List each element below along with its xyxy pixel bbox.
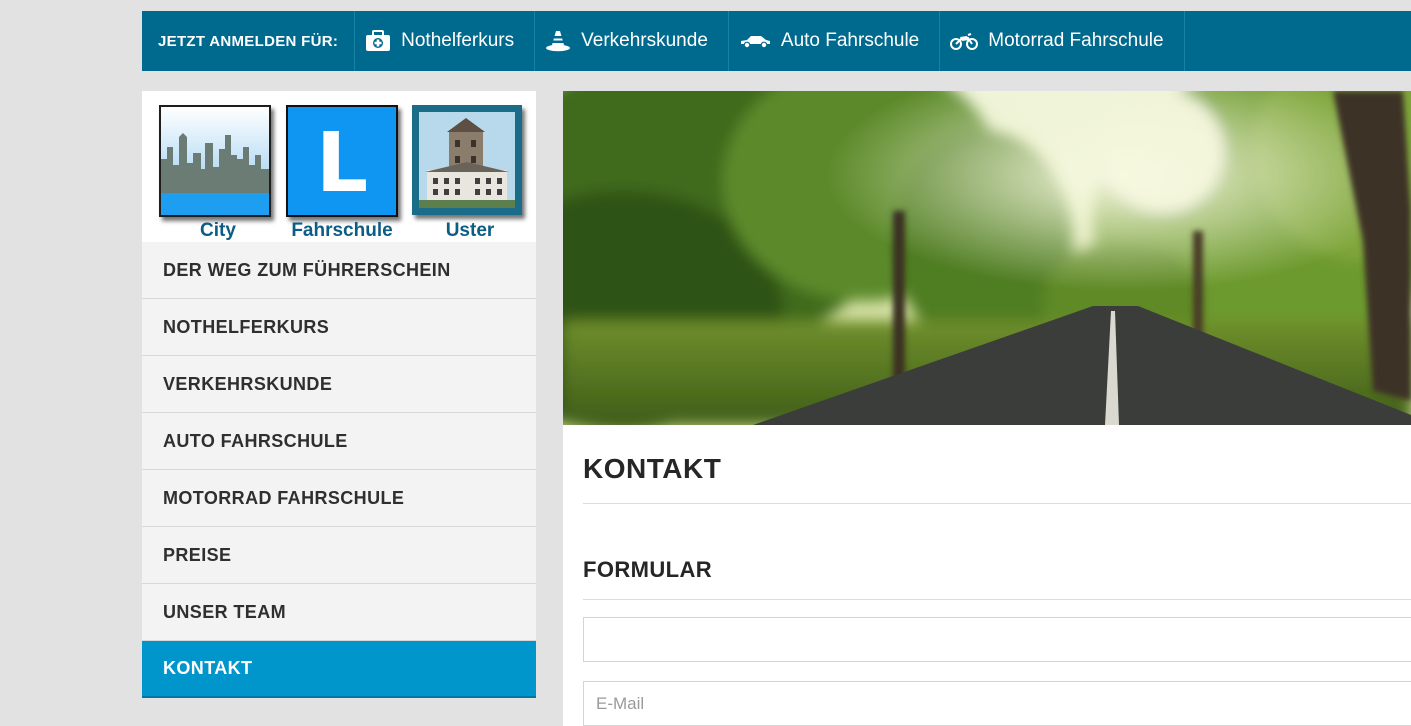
content-area: KONTAKT FORMULAR [583,425,1411,726]
topbar-link-verkehrskunde[interactable]: Verkehrskunde [535,11,729,71]
topbar-link-label: Motorrad Fahrschule [988,30,1164,51]
topbar-link-motorrad-fahrschule[interactable]: Motorrad Fahrschule [940,11,1185,71]
sidebar-item-motorrad-fahrschule[interactable]: MOTORRAD FAHRSCHULE [142,470,536,527]
topbar-link-label: Nothelferkurs [401,30,515,51]
topbar-link-nothelferkurs[interactable]: Nothelferkurs [355,11,536,71]
hero-road-image [563,91,1411,425]
topbar-link-label: Verkehrskunde [581,30,708,51]
name-field[interactable] [583,617,1411,662]
sidebar-item-nothelferkurs[interactable]: NOTHELFERKURS [142,299,536,356]
sidebar: L City Fahrschule Uster DER WEG ZUM FÜHR… [142,91,536,698]
uster-castle-logo-tile [412,105,522,215]
learner-plate-logo-tile: L [286,105,398,217]
first-aid-kit-icon [365,30,391,52]
logo[interactable]: L City Fahrschule Uster [142,91,536,242]
logo-uster-label: Uster [445,220,495,241]
car-icon [739,33,771,49]
sidebar-item-kontakt[interactable]: KONTAKT [142,641,536,698]
page-title: KONTAKT [583,425,1411,504]
topbar-link-label: Auto Fahrschule [780,30,920,51]
logo-city-label: City [200,220,236,241]
section-title: FORMULAR [583,557,1411,600]
traffic-cone-icon [545,30,571,52]
registration-bar: JETZT ANMELDEN FÜR: Nothelferkurs Verkeh… [142,11,1411,71]
registration-lead: JETZT ANMELDEN FÜR: [142,11,356,71]
sidebar-item-weg-zum-fuehrerschein[interactable]: DER WEG ZUM FÜHRERSCHEIN [142,242,536,299]
email-field[interactable] [583,681,1411,726]
sidebar-item-verkehrskunde[interactable]: VERKEHRSKUNDE [142,356,536,413]
topbar-link-auto-fahrschule[interactable]: Auto Fahrschule [729,11,941,71]
learner-letter: L [316,116,368,211]
logo-fahrschule-label: Fahrschule [291,220,393,241]
sidebar-item-auto-fahrschule[interactable]: AUTO FAHRSCHULE [142,413,536,470]
main-content: KONTAKT FORMULAR [563,91,1411,726]
sidebar-item-unser-team[interactable]: UNSER TEAM [142,584,536,641]
city-skyline-logo-tile [159,105,271,217]
sidebar-item-preise[interactable]: PREISE [142,527,536,584]
sidebar-nav: DER WEG ZUM FÜHRERSCHEIN NOTHELFERKURS V… [142,242,536,698]
motorcycle-icon [950,32,979,50]
